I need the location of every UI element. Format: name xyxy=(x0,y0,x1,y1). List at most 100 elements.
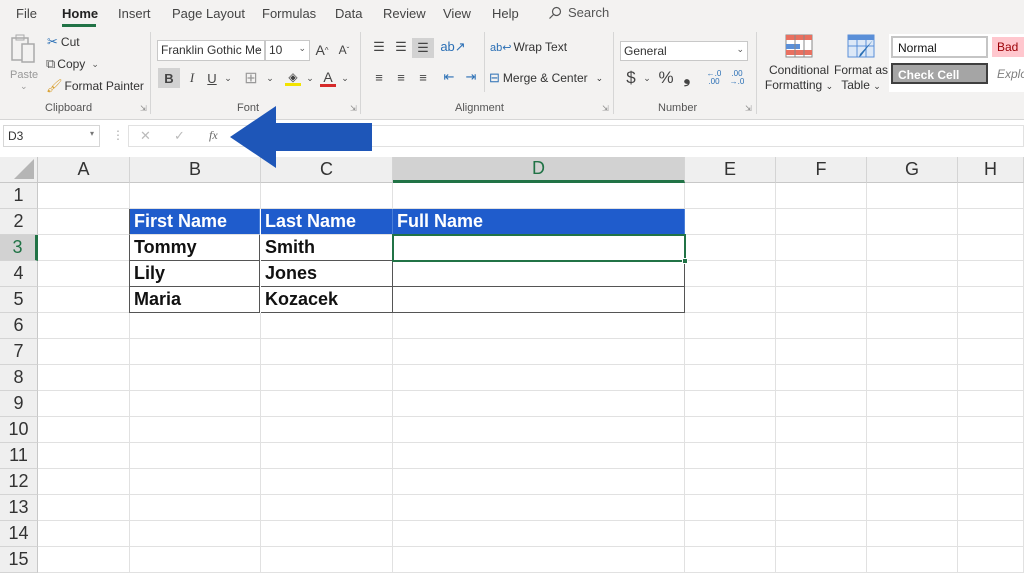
cell-h4[interactable] xyxy=(958,261,1024,287)
cell-h9[interactable] xyxy=(958,391,1024,417)
orientation-icon[interactable]: ab↗ xyxy=(440,38,466,56)
cell-c4[interactable]: Jones xyxy=(261,261,393,287)
row-header-8[interactable]: 8 xyxy=(0,365,38,391)
cell-e6[interactable] xyxy=(685,313,776,339)
cell-h15[interactable] xyxy=(958,547,1024,573)
cell-d6[interactable] xyxy=(393,313,685,339)
align-left-icon[interactable]: ≡ xyxy=(370,68,388,86)
decrease-indent-icon[interactable]: ⇤ xyxy=(440,68,458,86)
row-header-2[interactable]: 2 xyxy=(0,209,38,235)
cell-a9[interactable] xyxy=(38,391,130,417)
cell-g4[interactable] xyxy=(867,261,958,287)
row-header-9[interactable]: 9 xyxy=(0,391,38,417)
row-header-5[interactable]: 5 xyxy=(0,287,38,313)
format-painter-button[interactable]: 🖌 Format Painter xyxy=(46,78,144,94)
cell-e5[interactable] xyxy=(685,287,776,313)
wrap-text-button[interactable]: ab↩ Wrap Text xyxy=(490,40,567,54)
fill-color-button[interactable]: ◈ xyxy=(283,68,303,88)
cell-e13[interactable] xyxy=(685,495,776,521)
bottom-align-icon[interactable]: ☰ xyxy=(412,38,434,58)
cell-h12[interactable] xyxy=(958,469,1024,495)
cell-g3[interactable] xyxy=(867,235,958,261)
cell-d4[interactable] xyxy=(393,261,685,287)
cell-a12[interactable] xyxy=(38,469,130,495)
cell-c5[interactable]: Kozacek xyxy=(261,287,393,313)
cell-b6[interactable] xyxy=(130,313,261,339)
cell-b2[interactable]: First Name xyxy=(129,209,260,235)
cell-f1[interactable] xyxy=(776,183,867,209)
cell-a15[interactable] xyxy=(38,547,130,573)
cell-b14[interactable] xyxy=(130,521,261,547)
cell-e7[interactable] xyxy=(685,339,776,365)
cell-g14[interactable] xyxy=(867,521,958,547)
tab-view[interactable]: View xyxy=(443,6,471,21)
tab-file[interactable]: File xyxy=(16,6,37,21)
cell-e4[interactable] xyxy=(685,261,776,287)
cell-d11[interactable] xyxy=(393,443,685,469)
cell-d7[interactable] xyxy=(393,339,685,365)
currency-chevron-icon[interactable]: ⌄ xyxy=(642,68,652,88)
cell-d2[interactable]: Full Name xyxy=(393,209,685,235)
cell-c13[interactable] xyxy=(261,495,393,521)
row-header-12[interactable]: 12 xyxy=(0,469,38,495)
row-header-4[interactable]: 4 xyxy=(0,261,38,287)
cell-h5[interactable] xyxy=(958,287,1024,313)
align-center-icon[interactable]: ≡ xyxy=(392,68,410,86)
increase-decimal-icon[interactable]: ←.0 .00 xyxy=(704,68,724,88)
cell-e8[interactable] xyxy=(685,365,776,391)
increase-indent-icon[interactable]: ⇥ xyxy=(462,68,480,86)
cell-d5[interactable] xyxy=(393,287,685,313)
align-right-icon[interactable]: ≡ xyxy=(414,68,432,86)
tab-insert[interactable]: Insert xyxy=(118,6,151,21)
style-bad[interactable]: Bad xyxy=(992,37,1024,57)
underline-button[interactable]: U xyxy=(204,68,220,88)
cell-d12[interactable] xyxy=(393,469,685,495)
cell-d13[interactable] xyxy=(393,495,685,521)
style-check-cell[interactable]: Check Cell xyxy=(891,63,988,84)
cell-h2[interactable] xyxy=(958,209,1024,235)
select-all-button[interactable] xyxy=(0,157,38,183)
cell-f5[interactable] xyxy=(776,287,867,313)
cell-g8[interactable] xyxy=(867,365,958,391)
cell-d3[interactable] xyxy=(393,235,685,261)
cell-g1[interactable] xyxy=(867,183,958,209)
cut-button[interactable]: ✂ Cut xyxy=(47,34,80,50)
cell-g11[interactable] xyxy=(867,443,958,469)
column-header-g[interactable]: G xyxy=(867,157,958,183)
alignment-launcher-icon[interactable]: ⇲ xyxy=(602,104,609,113)
cell-b12[interactable] xyxy=(130,469,261,495)
tab-review[interactable]: Review xyxy=(383,6,426,21)
cell-h13[interactable] xyxy=(958,495,1024,521)
cell-f2[interactable] xyxy=(776,209,867,235)
cell-h14[interactable] xyxy=(958,521,1024,547)
insert-function-button[interactable]: fx xyxy=(209,128,218,143)
cell-a14[interactable] xyxy=(38,521,130,547)
italic-button[interactable]: I xyxy=(184,68,200,88)
cell-f8[interactable] xyxy=(776,365,867,391)
cell-a1[interactable] xyxy=(38,183,130,209)
cell-c14[interactable] xyxy=(261,521,393,547)
decrease-font-size-button[interactable]: Aˇ xyxy=(336,40,352,60)
name-box[interactable]: D3 ▾ xyxy=(3,125,100,147)
resize-handle-icon[interactable]: ⋮ xyxy=(112,128,124,142)
row-header-11[interactable]: 11 xyxy=(0,443,38,469)
font-name-select[interactable]: Franklin Gothic Me ⌄ xyxy=(157,40,265,61)
cell-g15[interactable] xyxy=(867,547,958,573)
number-launcher-icon[interactable]: ⇲ xyxy=(745,104,752,113)
tab-home[interactable]: Home xyxy=(62,6,98,21)
tab-help[interactable]: Help xyxy=(492,6,519,21)
font-size-select[interactable]: 10 ⌄ xyxy=(265,40,310,61)
cell-d9[interactable] xyxy=(393,391,685,417)
cell-d10[interactable] xyxy=(393,417,685,443)
cell-c7[interactable] xyxy=(261,339,393,365)
borders-chevron-icon[interactable]: ⌄ xyxy=(264,68,276,88)
tab-data[interactable]: Data xyxy=(335,6,362,21)
cancel-icon[interactable]: ✕ xyxy=(140,128,151,144)
tab-page-layout[interactable]: Page Layout xyxy=(172,6,245,21)
conditional-formatting-button[interactable]: Conditional Formatting ⌄ xyxy=(764,34,834,100)
borders-icon[interactable]: ⊞ xyxy=(241,68,261,88)
cell-g6[interactable] xyxy=(867,313,958,339)
cell-a8[interactable] xyxy=(38,365,130,391)
decrease-decimal-icon[interactable]: .00 →.0 xyxy=(727,68,747,88)
cell-g9[interactable] xyxy=(867,391,958,417)
